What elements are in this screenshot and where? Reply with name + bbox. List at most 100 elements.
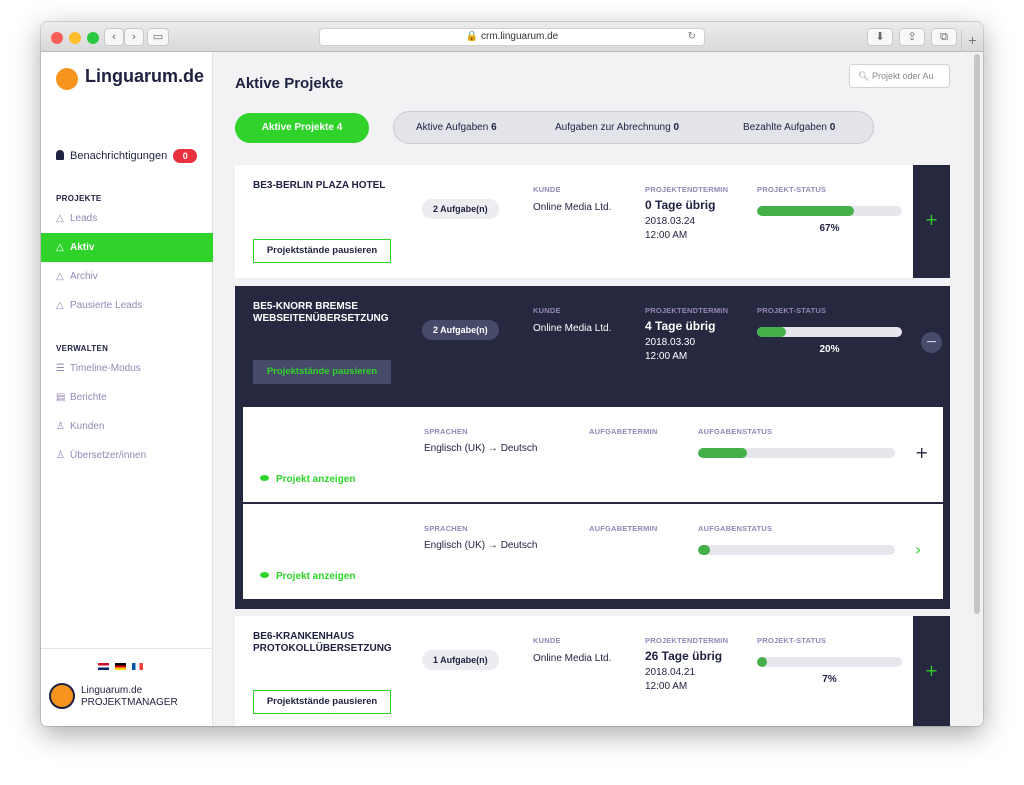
chevron-right-icon: ›: [131, 30, 137, 43]
projects-section-title: PROJEKTE: [56, 194, 102, 203]
tab-aktive-aufgaben[interactable]: Aktive Aufgaben 6: [416, 112, 497, 143]
page-title: Aktive Projekte: [235, 75, 344, 92]
sidebar-item-kunden[interactable]: ♙ Kunden: [41, 412, 213, 441]
chevron-right-icon[interactable]: ›: [915, 540, 921, 559]
close-window-button[interactable]: [51, 32, 63, 44]
user-icon: ♙: [56, 421, 65, 432]
bell-icon: [56, 150, 64, 160]
sidebar-item-berichte[interactable]: ▤ Berichte: [41, 383, 213, 412]
task-status: trans1: [698, 465, 726, 476]
triangle-icon: △: [56, 213, 64, 224]
tab-label: Aktive Aufgaben: [416, 122, 489, 133]
downloads-button[interactable]: ⬇: [867, 28, 893, 46]
project-title: BE3-BERLIN PLAZA HOTEL: [253, 180, 386, 191]
reload-icon[interactable]: ↻: [688, 29, 696, 45]
sidebar-item-label: Leads: [70, 213, 98, 224]
sidebar-footer: Linguarum.de PROJEKTMANAGER: [41, 648, 213, 709]
sidebar-item-label: Pausierte Leads: [70, 300, 143, 311]
german-flag-icon[interactable]: [115, 663, 126, 670]
address-bar[interactable]: 🔒 crm.linguarum.de ↻: [319, 28, 705, 46]
tasks-count-pill[interactable]: 2 Aufgabe(n): [422, 199, 499, 219]
tab-label: Aufgaben zur Abrechnung: [555, 122, 671, 133]
tabs-overview-button[interactable]: ⧉: [931, 28, 957, 46]
days-left: 4 Tage übrig: [645, 319, 716, 333]
main-content: Aktive Projekte 🔍︎ Projekt oder Au Aktiv…: [214, 52, 983, 726]
tab-count: 4: [336, 122, 343, 133]
plus-icon[interactable]: +: [915, 443, 928, 462]
user-icon: ♙: [56, 450, 65, 461]
end-time: 12:00 AM: [645, 230, 688, 241]
view-project-label: Projekt anzeigen: [276, 474, 356, 485]
logo-bubble-icon: [56, 68, 78, 90]
minimize-window-button[interactable]: [69, 32, 81, 44]
tab-count: 6: [491, 122, 497, 133]
client-value: Online Media Ltd.: [533, 653, 612, 664]
zoom-window-button[interactable]: [87, 32, 99, 44]
subtask-title: BE5-Englisch (UK) -> Deutsch: [260, 519, 361, 542]
project-card: BE6-KRANKENHAUS PROTOKOLLÜBERSETZUNG 1 A…: [235, 616, 950, 726]
page-scrollbar[interactable]: [974, 54, 980, 614]
progress-fill: [698, 448, 748, 458]
task-progress-bar: [698, 448, 895, 458]
project-card-expanded: BE5-KNORR BREMSE WEBSEITENÜBERSETZUNG 2 …: [235, 286, 950, 609]
languages-label: SPRACHEN: [424, 524, 468, 533]
forward-button[interactable]: ›: [124, 28, 144, 46]
sidebar-item-aktiv[interactable]: △ Aktiv: [41, 233, 213, 262]
view-project-link[interactable]: Projekt anzeigen: [260, 474, 355, 485]
plus-icon[interactable]: +: [913, 210, 950, 229]
project-progress-bar: [757, 657, 902, 667]
sidebar-toggle-button[interactable]: ▭: [147, 28, 169, 46]
triangle-icon: △: [56, 271, 64, 282]
client-label: KUNDE: [533, 306, 561, 315]
pause-project-button[interactable]: Projektstände pausieren: [253, 690, 391, 714]
triangle-icon: △: [56, 300, 64, 311]
subtask-card: BE5-Englisch (UK) -> Deutsch SPRACHEN En…: [243, 504, 943, 599]
language-switcher: [98, 663, 149, 672]
sidebar-item-leads[interactable]: △ Leads: [41, 204, 213, 233]
back-button[interactable]: ‹: [104, 28, 124, 46]
pause-project-button[interactable]: Projektstände pausieren: [253, 360, 391, 384]
notifications-label: Benachrichtigungen: [70, 150, 168, 162]
end-date: 2018.03.24: [645, 216, 696, 227]
sidebar-item-pausierte-leads[interactable]: △ Pausierte Leads: [41, 291, 213, 320]
tasks-count-pill[interactable]: 1 Aufgabe(n): [422, 650, 499, 670]
view-project-link[interactable]: Projekt anzeigen: [260, 571, 355, 582]
search-input[interactable]: 🔍︎ Projekt oder Au: [849, 64, 950, 88]
french-flag-icon[interactable]: [132, 663, 143, 670]
language-pair: Englisch (UK) → Deutsch: [424, 540, 537, 551]
new-tab-button[interactable]: +: [961, 30, 983, 52]
share-button[interactable]: ⇪: [899, 28, 925, 46]
collapse-icon[interactable]: −: [921, 332, 942, 353]
sliders-icon: ☰: [56, 363, 65, 374]
languages-label: SPRACHEN: [424, 427, 468, 436]
tab-aufgaben-zur-abrechnung[interactable]: Aufgaben zur Abrechnung 0: [555, 112, 679, 143]
tab-bezahlte-aufgaben[interactable]: Bezahlte Aufgaben 0: [743, 112, 835, 143]
sidebar-icon: ▭: [152, 30, 164, 43]
sidebar-item-uebersetzer[interactable]: ♙ Übersetzer/innen: [41, 441, 213, 470]
brand-name: Linguarum.de: [85, 66, 205, 86]
project-progress-bar: [757, 206, 902, 216]
sidebar-item-archiv[interactable]: △ Archiv: [41, 262, 213, 291]
notifications[interactable]: Benachrichtigungen 0: [56, 149, 198, 163]
plus-icon[interactable]: +: [913, 661, 950, 680]
end-date: 2018.04.21: [645, 667, 696, 678]
lock-icon: 🔒: [465, 31, 481, 42]
end-date-label: PROJEKTENDTERMIN: [645, 185, 729, 194]
sidebar-item-label: Timeline-Modus: [70, 363, 141, 374]
sidebar: Linguarum.de Benachrichtigungen 0 PROJEKT…: [41, 52, 213, 726]
pause-project-button[interactable]: Projektstände pausieren: [253, 239, 391, 263]
status-label: PROJEKT-STATUS: [757, 306, 827, 315]
url-text: crm.linguarum.de: [480, 31, 559, 42]
sidebar-item-timeline[interactable]: ☰ Timeline-Modus: [41, 354, 213, 383]
expand-column: +: [913, 616, 950, 726]
footer-brand: Linguarum.de PROJEKTMANAGER: [81, 685, 178, 709]
tab-aktive-projekte[interactable]: Aktive Projekte 4: [235, 113, 369, 143]
tasks-count-pill[interactable]: 2 Aufgabe(n): [422, 320, 499, 340]
project-title: BE6-KRANKENHAUS PROTOKOLLÜBERSETZUNG: [253, 631, 392, 654]
tab-label: Aktive Projekte: [261, 122, 334, 133]
uk-flag-icon[interactable]: [98, 663, 109, 670]
client-value: Online Media Ltd.: [533, 323, 612, 334]
download-icon: ⬇: [875, 30, 885, 43]
search-icon: 🔍︎: [858, 71, 872, 81]
browser-window: ‹ › ▭ 🔒 crm.linguarum.de ↻ ⬇ ⇪ ⧉ + Lingu…: [41, 22, 983, 726]
